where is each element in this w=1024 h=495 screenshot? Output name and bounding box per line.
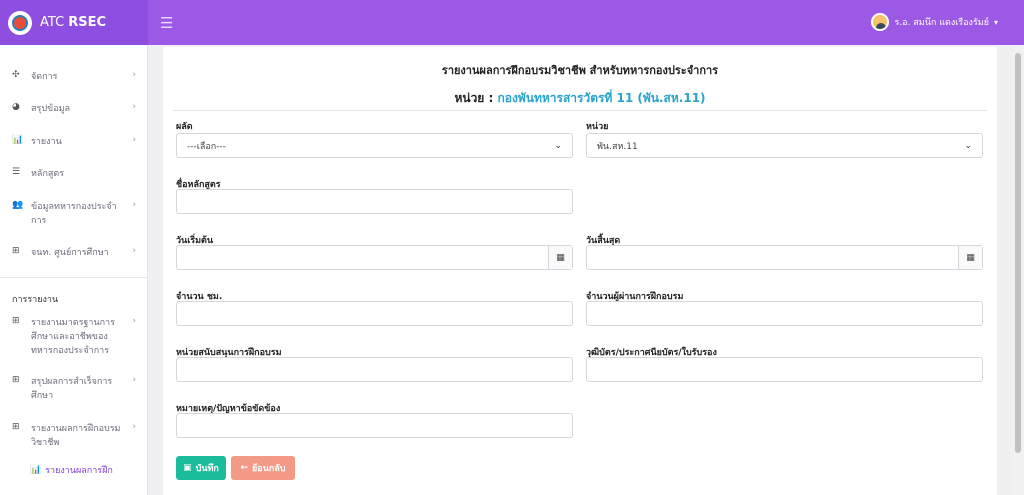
sidebar-item-staff[interactable]: ⊞ จนท. ศูนย์การศึกษา › (0, 246, 148, 260)
start-date-input[interactable]: ▦ (176, 245, 573, 270)
user-menu[interactable]: ร.อ. สมนึก แดงเรืองรัมย์ ▾ (871, 13, 998, 31)
unit-select[interactable]: พัน.สห.11 ⌄ (586, 133, 983, 158)
page-scrollbar[interactable] (1012, 45, 1024, 495)
sidebar-item-summary[interactable]: ◕ สรุปข้อมูล › (0, 102, 148, 116)
list-icon: ☰ (12, 167, 21, 177)
sidebar-divider (0, 277, 148, 278)
chevron-right-icon: › (132, 246, 136, 256)
unit-select-value: พัน.สห.11 (597, 141, 638, 152)
page-title: รายงานผลการฝึกอบรมวิชาชีพ สำหรับทหารกองป… (441, 64, 719, 77)
arrow-left-icon: ← (240, 463, 249, 473)
sidebar-item-label: สรุปผลการสำเร็จการศึกษา (31, 377, 113, 401)
unit-prefix: หน่วย : (454, 91, 498, 105)
app-title: ATC RSEC (40, 15, 107, 30)
sidebar-item-manage[interactable]: ✣ จัดการ › (0, 70, 148, 84)
sidebar-item-graduation-summary[interactable]: ⊞ สรุปผลการสำเร็จการศึกษา › (0, 375, 148, 403)
sidebar-item-label: จัดการ (31, 72, 58, 82)
unit-label: หน่วย (586, 122, 609, 132)
save-button-label: บันทึก (195, 464, 219, 474)
back-button-label: ย้อนกลับ (252, 464, 286, 474)
chevron-right-icon: › (132, 135, 136, 145)
chevron-right-icon: › (132, 70, 136, 80)
unit-heading: หน่วย : กองพันทหารสารวัตรที่ 11 (พัน.สห.… (163, 89, 997, 108)
chevron-right-icon: › (132, 200, 136, 210)
top-navbar: ATC RSEC ☰ ร.อ. สมนึก แดงเรืองรัมย์ ▾ (0, 0, 1024, 45)
back-button[interactable]: ← ย้อนกลับ (231, 456, 295, 480)
grid-icon: ⊞ (12, 375, 20, 385)
save-button[interactable]: ▣ บันทึก (176, 456, 226, 480)
sidebar-subitem-training-result[interactable]: 📊 รายงานผลการฝึก (30, 463, 113, 477)
sidebar-item-label: สรุปข้อมูล (31, 104, 71, 114)
save-icon: ▣ (183, 463, 192, 473)
move-icon: ✣ (12, 70, 20, 80)
grid-icon: ⊞ (12, 316, 20, 326)
sidebar-item-training-report[interactable]: ⊞ รายงานผลการฝึกอบรมวิชาชีพ › (0, 422, 148, 450)
sidebar-item-label: รายงาน (31, 137, 62, 147)
bar-chart-icon: 📊 (12, 135, 24, 145)
chevron-down-icon: ⌄ (964, 140, 972, 151)
sidebar-item-courses[interactable]: ☰ หลักสูตร (0, 167, 148, 181)
hours-input[interactable] (176, 301, 573, 326)
sidebar-section-title: การรายงาน (12, 295, 59, 305)
sidebar-item-label: รายงานมาตรฐานการศึกษาและอาชีพของทหารกองป… (31, 318, 115, 356)
sidebar-item-soldiers[interactable]: 👥 ข้อมูลทหารกองประจำการ › (0, 200, 148, 228)
batch-label: ผลัด (176, 122, 193, 132)
chevron-right-icon: › (132, 422, 136, 432)
sidebar-subitem-label: รายงานผลการฝึก (45, 466, 113, 476)
sidebar: ✣ จัดการ › ◕ สรุปข้อมูล › 📊 รายงาน › ☰ ห… (0, 45, 148, 495)
course-name-input[interactable] (176, 189, 573, 214)
remarks-input[interactable] (176, 413, 573, 438)
trainees-input[interactable] (586, 301, 983, 326)
bar-chart-icon: 📊 (30, 465, 42, 475)
calendar-icon[interactable]: ▦ (548, 246, 572, 269)
pie-chart-icon: ◕ (12, 102, 20, 112)
calendar-icon[interactable]: ▦ (958, 246, 982, 269)
brand[interactable]: ATC RSEC (0, 0, 148, 45)
scrollbar-thumb[interactable] (1015, 53, 1021, 453)
end-date-input[interactable]: ▦ (586, 245, 983, 270)
avatar (871, 13, 890, 31)
users-icon: 👥 (12, 200, 24, 210)
chevron-right-icon: › (132, 102, 136, 112)
grid-icon: ⊞ (12, 246, 20, 256)
sidebar-item-label: จนท. ศูนย์การศึกษา (31, 248, 109, 258)
menu-toggle-icon[interactable]: ☰ (160, 14, 173, 32)
sidebar-item-reports[interactable]: 📊 รายงาน › (0, 135, 148, 149)
sidebar-item-education-standard[interactable]: ⊞ รายงานมาตรฐานการศึกษาและอาชีพของทหารกอ… (0, 316, 148, 358)
chevron-right-icon: › (132, 375, 136, 385)
user-name: ร.อ. สมนึก แดงเรืองรัมย์ (894, 18, 989, 28)
grid-icon: ⊞ (12, 422, 20, 432)
sidebar-item-label: ข้อมูลทหารกองประจำการ (31, 202, 117, 226)
batch-select[interactable]: ---เลือก--- ⌄ (176, 133, 573, 158)
support-unit-input[interactable] (176, 357, 573, 382)
sidebar-item-label: รายงานผลการฝึกอบรมวิชาชีพ (31, 424, 121, 448)
main-form-card: รายงานผลการฝึกอบรมวิชาชีพ สำหรับทหารกองป… (163, 47, 997, 495)
certificate-input[interactable] (586, 357, 983, 382)
divider (173, 110, 987, 111)
chevron-down-icon: ⌄ (554, 140, 562, 151)
app-logo-icon (8, 10, 32, 35)
chevron-right-icon: › (132, 316, 136, 326)
chevron-down-icon: ▾ (993, 17, 998, 27)
sidebar-item-label: หลักสูตร (31, 169, 65, 179)
unit-name: กองพันทหารสารวัตรที่ 11 (พัน.สห.11) (497, 91, 706, 105)
batch-select-value: ---เลือก--- (187, 141, 226, 152)
